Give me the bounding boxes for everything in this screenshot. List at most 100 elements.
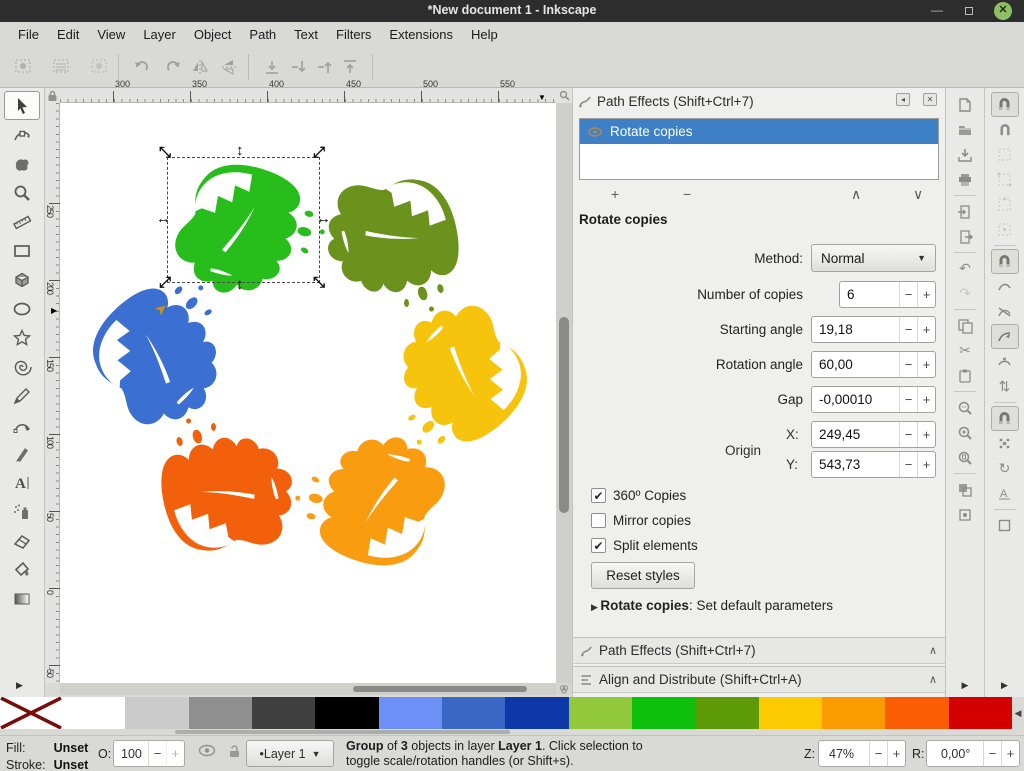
tool-text[interactable]: A <box>4 468 40 497</box>
snap-others-icon[interactable] <box>991 406 1019 431</box>
current-layer-dropdown[interactable]: •Layer 1 ▼ <box>246 740 334 767</box>
palette-swatch-none[interactable] <box>0 697 62 729</box>
rotate-ccw-icon[interactable] <box>132 58 152 76</box>
toolbox-expander-icon[interactable]: ▶ <box>16 680 23 691</box>
tool-spray[interactable] <box>4 497 40 526</box>
horizontal-scrollbar[interactable] <box>60 683 556 695</box>
palette-swatch[interactable] <box>885 697 948 729</box>
snap-page-border-icon[interactable] <box>991 513 1019 538</box>
zoom-page-icon[interactable] <box>951 445 979 470</box>
tool-zoom[interactable] <box>4 178 40 207</box>
reset-styles-button[interactable]: Reset styles <box>591 562 695 589</box>
palette-swatch[interactable] <box>505 697 568 729</box>
menu-item-edit[interactable]: Edit <box>49 24 87 45</box>
snap-rotation-centers-icon[interactable]: ↻ <box>991 456 1019 481</box>
tool-measure[interactable] <box>4 207 40 236</box>
palette-swatch[interactable] <box>949 697 1012 729</box>
scale-handle-sw[interactable]: ⤢ <box>159 277 171 289</box>
palette-scrollbar-thumb[interactable] <box>175 730 510 734</box>
menu-item-help[interactable]: Help <box>463 24 506 45</box>
raise-icon[interactable] <box>314 58 334 76</box>
menu-item-layer[interactable]: Layer <box>135 24 184 45</box>
plus-button[interactable]: + <box>917 452 935 477</box>
cut-icon[interactable]: ✂ <box>951 338 979 363</box>
palette-swatch[interactable] <box>569 697 632 729</box>
minus-button[interactable]: − <box>899 452 917 477</box>
menu-item-view[interactable]: View <box>89 24 133 45</box>
dock-detach-icon[interactable]: ◂ <box>896 93 910 106</box>
logo-copy-top-right[interactable] <box>298 141 496 333</box>
deselect-icon[interactable] <box>90 58 110 76</box>
rotate-cw-icon[interactable] <box>163 58 183 76</box>
remove-effect-button[interactable]: − <box>683 186 691 202</box>
snap-path-intersections-icon[interactable] <box>991 299 1019 324</box>
flip-horizontal-icon[interactable] <box>191 58 211 76</box>
tool-star[interactable] <box>4 323 40 352</box>
zoom-field[interactable]: 47% −+ <box>818 740 906 767</box>
tool-spiral[interactable] <box>4 352 40 381</box>
snap-enable-icon[interactable] <box>991 92 1019 117</box>
select-all-icon[interactable] <box>14 58 34 76</box>
new-document-icon[interactable] <box>951 92 979 117</box>
plus-button[interactable]: + <box>917 282 935 307</box>
palette-swatch[interactable] <box>252 697 315 729</box>
quick-zoom-icon[interactable] <box>556 88 572 103</box>
tool-paint-bucket[interactable] <box>4 555 40 584</box>
menu-item-filters[interactable]: Filters <box>328 24 379 45</box>
copies-field[interactable]: 6 −+ <box>839 281 936 308</box>
scale-handle-s[interactable]: ↕ <box>236 279 244 291</box>
palette-swatch[interactable] <box>822 697 885 729</box>
minus-button[interactable]: − <box>899 317 917 342</box>
lower-icon[interactable] <box>288 58 308 76</box>
paste-icon[interactable] <box>951 363 979 388</box>
method-dropdown[interactable]: Normal ▼ <box>811 244 936 272</box>
palette-swatch[interactable] <box>759 697 822 729</box>
snap-text-baseline-icon[interactable]: A <box>991 481 1019 506</box>
layer-lock-icon[interactable] <box>228 744 241 759</box>
plus-button[interactable]: + <box>917 352 935 377</box>
scale-handle-e[interactable]: ↔ <box>316 213 331 225</box>
export-icon[interactable] <box>951 224 979 249</box>
snap-expander-icon[interactable]: ▶ <box>1001 680 1008 691</box>
flip-vertical-icon[interactable] <box>220 58 240 76</box>
palette-swatch[interactable] <box>695 697 758 729</box>
palette-swatch[interactable] <box>442 697 505 729</box>
tool-gradient[interactable] <box>4 584 40 613</box>
menu-item-text[interactable]: Text <box>286 24 326 45</box>
scale-handle-w[interactable]: ↔ <box>156 213 171 225</box>
tool-calligraphy[interactable] <box>4 439 40 468</box>
copy-icon[interactable] <box>951 313 979 338</box>
checkbox-mirror-copies[interactable]: Mirror copies <box>591 513 691 528</box>
minus-button[interactable]: − <box>899 422 917 447</box>
scale-handle-n[interactable]: ↕ <box>236 145 244 157</box>
minus-button[interactable]: − <box>869 741 887 766</box>
zoom-drawing-icon[interactable] <box>951 420 979 445</box>
snap-bbox-edge-midpoints-icon[interactable] <box>991 192 1019 217</box>
raise-to-top-icon[interactable] <box>340 58 360 76</box>
vertical-scrollbar[interactable] <box>556 103 572 683</box>
palette-swatch[interactable] <box>189 697 252 729</box>
palette-swatch[interactable] <box>315 697 378 729</box>
clone-icon[interactable] <box>951 502 979 527</box>
move-effect-down-button[interactable]: ∨ <box>913 186 923 203</box>
snap-bbox-edges-icon[interactable] <box>991 142 1019 167</box>
minus-button[interactable]: − <box>899 282 917 307</box>
effect-list[interactable]: Rotate copies <box>579 118 939 180</box>
color-management-icon[interactable] <box>556 683 572 695</box>
collapse-chevron-icon[interactable]: ∧ <box>929 644 937 657</box>
opacity-field[interactable]: 100 −+ <box>113 740 185 767</box>
palette-swatch[interactable] <box>62 697 125 729</box>
starting-angle-field[interactable]: 19,18 −+ <box>811 316 936 343</box>
tool-node-editor[interactable] <box>4 120 40 149</box>
duplicate-icon[interactable] <box>951 477 979 502</box>
fill-stroke-indicator[interactable]: Fill: Unset Stroke: Unset <box>4 739 96 771</box>
logo-copy-bottom-right[interactable] <box>278 409 476 601</box>
checkbox-split-elements[interactable]: ✔ Split elements <box>591 538 698 553</box>
dock-close-icon[interactable]: ✕ <box>923 93 937 106</box>
dock-tab-align-distribute[interactable]: Align and Distribute (Shift+Ctrl+A) ∧ <box>573 666 945 693</box>
effect-list-item[interactable]: Rotate copies <box>580 119 938 144</box>
minus-button[interactable]: − <box>148 741 166 766</box>
menu-item-object[interactable]: Object <box>186 24 240 45</box>
origin-y-field[interactable]: 543,73 −+ <box>811 451 936 478</box>
gap-field[interactable]: -0,00010 −+ <box>811 386 936 413</box>
